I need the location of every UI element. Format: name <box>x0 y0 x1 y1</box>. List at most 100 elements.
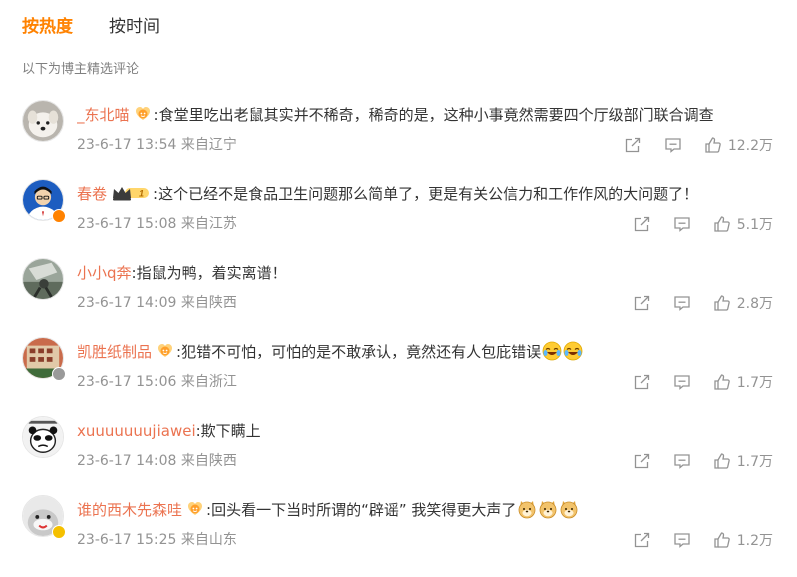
reply-button[interactable] <box>673 215 691 233</box>
crown-badge-icon[interactable]: 1 <box>111 184 151 209</box>
featured-comments-note: 以下为博主精选评论 <box>22 62 140 77</box>
verified-badge-icon <box>52 525 66 539</box>
comment-location: 来自陕西 <box>180 453 237 469</box>
avatar[interactable] <box>22 416 64 458</box>
comment-meta: 23-6-17 14:08 来自陕西 <box>77 450 237 472</box>
username[interactable]: 小小q奔 <box>77 264 132 282</box>
share-button[interactable] <box>624 136 642 154</box>
comment-item: 凯胜纸制品 :犯错不可怕，可怕的是不敢承认，竟然还有人包庇错误 23-6-17 1… <box>0 337 797 416</box>
comment-item: xuuuuuuujiawei:欺下瞒上 23-6-17 14:08 来自陕西 1… <box>0 416 797 495</box>
comment-item: 谁的西木先森哇 :回头看一下当时所谓的“辟谣” 我笑得更大声了 23-6-17 1… <box>0 495 797 574</box>
comment-time: 23-6-17 13:54 <box>77 137 177 153</box>
verified-badge-icon <box>52 367 66 381</box>
comment-content: 小小q奔:指鼠为鸭，着实离谱！ <box>77 261 777 285</box>
comment-time: 23-6-17 15:08 <box>77 216 177 232</box>
badge-level: 1 <box>139 189 144 199</box>
sort-tabs: 按热度 按时间 <box>22 14 160 40</box>
comment-icon <box>673 215 691 233</box>
thumbs-up-icon <box>713 452 731 470</box>
share-button[interactable] <box>633 294 651 312</box>
like-count: 2.8万 <box>736 296 773 312</box>
reply-button[interactable] <box>673 531 691 549</box>
comment-meta: 23-6-17 15:08 来自江苏 <box>77 213 237 235</box>
tab-by-hot[interactable]: 按热度 <box>22 14 73 40</box>
thumbs-up-icon <box>713 373 731 391</box>
reply-button[interactable] <box>673 294 691 312</box>
doge-icon <box>538 499 558 526</box>
like-button[interactable]: 5.1万 <box>713 214 773 234</box>
comment-time: 23-6-17 15:25 <box>77 532 177 548</box>
reply-button[interactable] <box>673 452 691 470</box>
username[interactable]: 谁的西木先森哇 <box>77 501 182 519</box>
share-icon <box>633 294 651 312</box>
comment-icon <box>673 531 691 549</box>
share-icon <box>624 136 642 154</box>
avatar[interactable] <box>22 258 64 300</box>
comment-icon <box>673 452 691 470</box>
comment-list: _东北喵 :食堂里吃出老鼠其实并不稀奇，稀奇的是，这种小事竟然需要四个厅级部门联合… <box>0 100 797 574</box>
username[interactable]: xuuuuuuujiawei <box>77 422 196 440</box>
comment-item: _东北喵 :食堂里吃出老鼠其实并不稀奇，稀奇的是，这种小事竟然需要四个厅级部门联合… <box>0 100 797 179</box>
comment-location: 来自浙江 <box>180 374 237 390</box>
thumbs-up-icon <box>713 531 731 549</box>
like-count: 5.1万 <box>736 217 773 233</box>
like-count: 1.2万 <box>736 533 773 549</box>
username[interactable]: _东北喵 <box>77 106 130 124</box>
share-icon <box>633 452 651 470</box>
comment-text: :犯错不可怕，可怕的是不敢承认，竟然还有人包庇错误 <box>176 343 542 361</box>
fan-badge-icon[interactable] <box>186 500 204 525</box>
comment-actions: 12.2万 <box>602 134 773 156</box>
share-icon <box>633 215 651 233</box>
thumbs-up-icon <box>713 215 731 233</box>
reply-button[interactable] <box>673 373 691 391</box>
comment-content: 春卷 1 :这个已经不是食品卫生问题那么简单了，更是有关公信力和工作作风的大问题了！ <box>77 182 777 209</box>
comment-location: 来自辽宁 <box>180 137 237 153</box>
comment-text: :食堂里吃出老鼠其实并不稀奇，稀奇的是，这种小事竟然需要四个厅级部门联合调查 <box>153 106 714 124</box>
comment-text: :这个已经不是食品卫生问题那么简单了，更是有关公信力和工作作风的大问题了！ <box>153 185 699 203</box>
comment-meta: 23-6-17 14:09 来自陕西 <box>77 292 237 314</box>
username[interactable]: 春卷 <box>77 185 107 203</box>
comment-text: :欺下瞒上 <box>195 422 261 440</box>
comment-icon <box>673 294 691 312</box>
comment-actions: 2.8万 <box>611 292 773 314</box>
share-button[interactable] <box>633 452 651 470</box>
comment-text: :回头看一下当时所谓的“辟谣” 我笑得更大声了 <box>206 501 517 519</box>
like-count: 1.7万 <box>736 375 773 391</box>
comment-text: :指鼠为鸭，着实离谱！ <box>131 264 287 282</box>
laugh-cry-icon <box>542 341 562 368</box>
share-button[interactable] <box>633 215 651 233</box>
avatar[interactable] <box>22 100 64 142</box>
comment-meta: 23-6-17 15:25 来自山东 <box>77 529 237 551</box>
reply-button[interactable] <box>664 136 682 154</box>
share-icon <box>633 373 651 391</box>
fan-badge-icon[interactable] <box>156 342 174 367</box>
comment-actions: 5.1万 <box>611 213 773 235</box>
comment-time: 23-6-17 15:06 <box>77 374 177 390</box>
share-icon <box>633 531 651 549</box>
tab-by-time[interactable]: 按时间 <box>109 14 160 40</box>
comment-location: 来自江苏 <box>180 216 237 232</box>
fan-badge-icon[interactable] <box>134 105 152 130</box>
laugh-cry-icon <box>563 341 583 368</box>
like-button[interactable]: 12.2万 <box>704 135 773 155</box>
like-count: 1.7万 <box>736 454 773 470</box>
like-button[interactable]: 1.7万 <box>713 451 773 471</box>
comment-content: _东北喵 :食堂里吃出老鼠其实并不稀奇，稀奇的是，这种小事竟然需要四个厅级部门联合… <box>77 103 777 130</box>
comment-time: 23-6-17 14:08 <box>77 453 177 469</box>
like-button[interactable]: 1.2万 <box>713 530 773 550</box>
comment-icon <box>673 373 691 391</box>
comment-content: 凯胜纸制品 :犯错不可怕，可怕的是不敢承认，竟然还有人包庇错误 <box>77 340 777 368</box>
verified-badge-icon <box>52 209 66 223</box>
comment-content: 谁的西木先森哇 :回头看一下当时所谓的“辟谣” 我笑得更大声了 <box>77 498 777 526</box>
doge-icon <box>517 499 537 526</box>
comment-time: 23-6-17 14:09 <box>77 295 177 311</box>
comment-icon <box>664 136 682 154</box>
like-button[interactable]: 1.7万 <box>713 372 773 392</box>
share-button[interactable] <box>633 373 651 391</box>
share-button[interactable] <box>633 531 651 549</box>
comment-actions: 1.7万 <box>611 371 773 393</box>
like-button[interactable]: 2.8万 <box>713 293 773 313</box>
comment-content: xuuuuuuujiawei:欺下瞒上 <box>77 419 777 443</box>
username[interactable]: 凯胜纸制品 <box>77 343 152 361</box>
comment-item: 春卷 1 :这个已经不是食品卫生问题那么简单了，更是有关公信力和工作作风的大问题了！… <box>0 179 797 258</box>
